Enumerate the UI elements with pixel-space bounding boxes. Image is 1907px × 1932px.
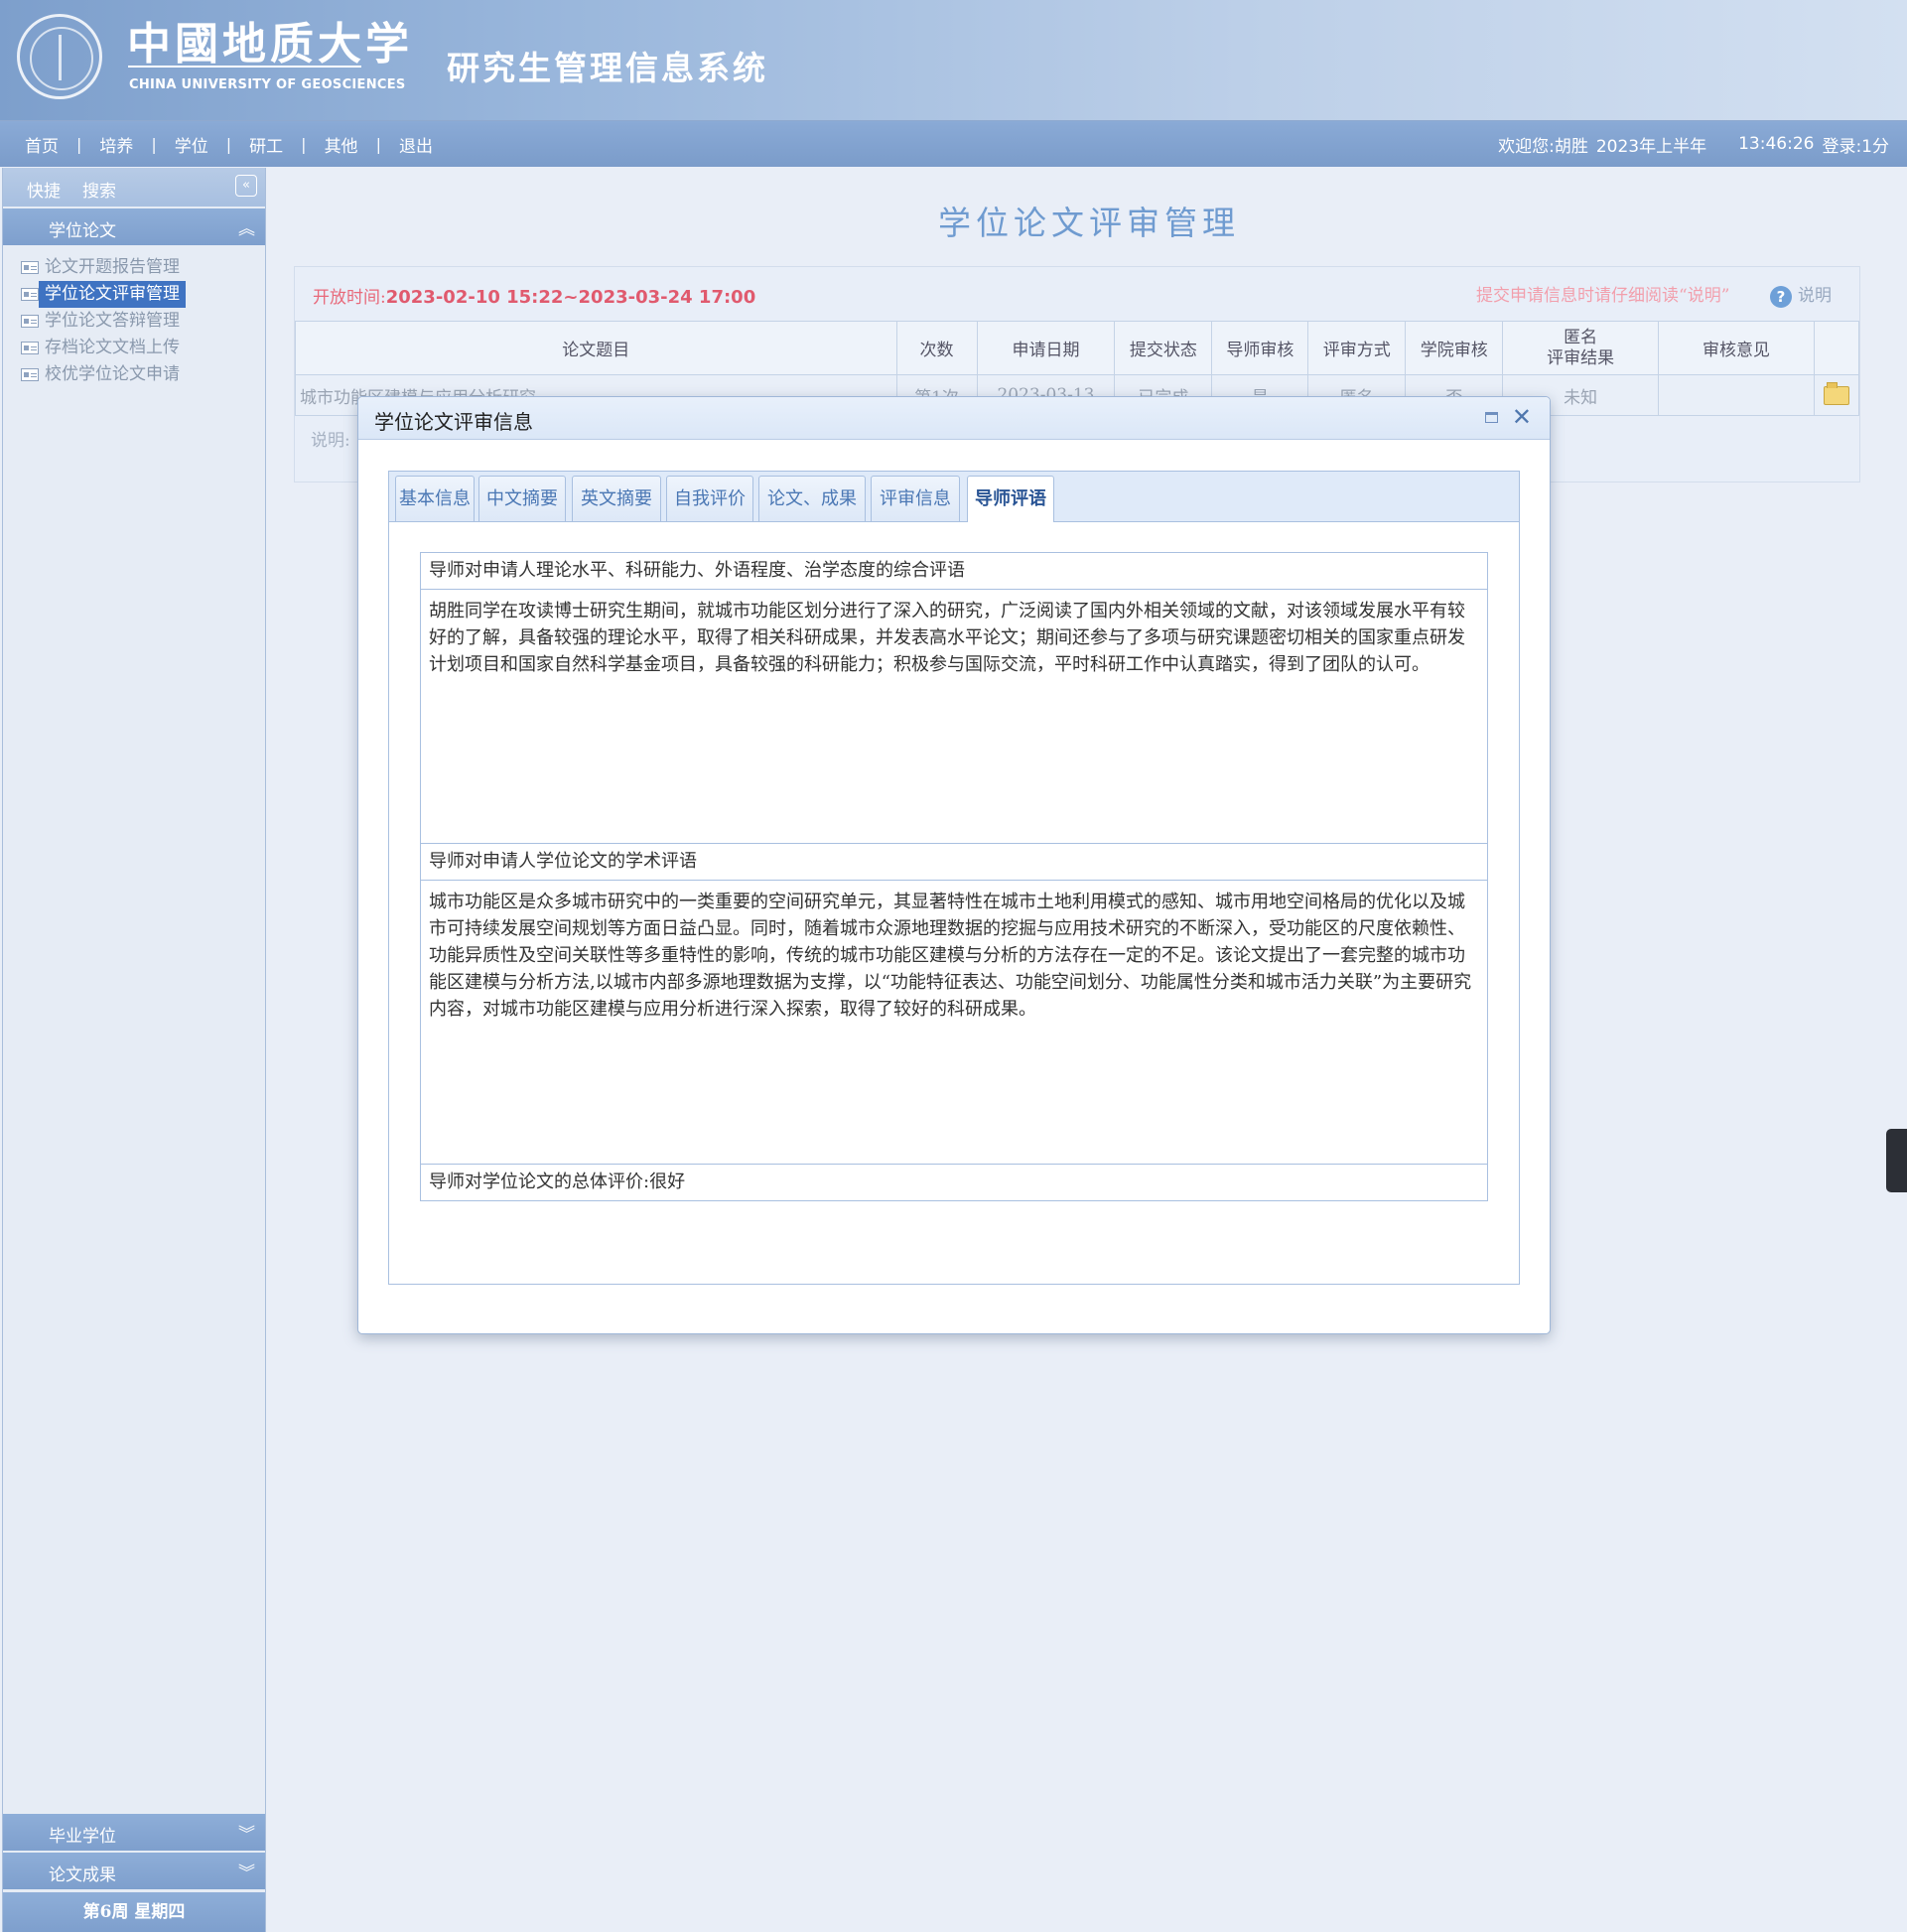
menu-item-label: 校优学位论文申请 [45,364,180,384]
tab-advisor-comments[interactable]: 导师评语 [967,476,1054,522]
search-tab[interactable]: 搜索 [82,177,116,202]
menu-item-proposal[interactable]: 论文开题报告管理 [15,254,180,281]
cell-review-opinion [1658,374,1815,416]
advisor-comments-table: 导师对申请人理论水平、科研能力、外语程度、治学态度的综合评语 胡胜同学在攻读博士… [420,552,1488,1201]
menu-item-review[interactable]: 学位论文评审管理 [15,281,186,308]
collapse-sidebar-icon[interactable]: « [235,175,257,197]
menu-item-excellent-thesis[interactable]: 校优学位论文申请 [15,361,180,388]
quick-tab[interactable]: 快捷 [27,177,61,202]
tab-thesis-results[interactable]: 论文、成果 [758,476,866,521]
sidebar: 快捷 搜索 « 学位论文 ︽ 论文开题报告管理 学位论文评审管理 学位论文答辩管… [2,168,266,1932]
tab-strip: 基本信息 中文摘要 英文摘要 自我评价 论文、成果 评审信息 导师评语 [389,472,1519,522]
section-graduation[interactable]: 毕业学位 ︾ [3,1814,265,1851]
section-graduation-label: 毕业学位 [49,1827,116,1847]
col-review-method: 评审方式 [1307,321,1407,375]
university-seal-logo [17,14,102,99]
col-college-review: 学院审核 [1405,321,1504,375]
col-action [1813,321,1860,375]
open-time: 开放时间:2023-02-10 15:22~2023-03-24 17:00 [313,283,755,308]
table-header-row: 论文题目 次数 申请日期 提交状态 导师审核 评审方式 学院审核 匿名 评审结果… [295,321,1860,375]
university-name-en: CHINA UNIVERSITY OF GEOSCIENCES [129,77,406,92]
nav-separator: | [225,134,232,154]
comment2-label: 导师对申请人学位论文的学术评语 [420,843,1488,881]
nav-home[interactable]: 首页 [25,132,59,157]
clock: 13:46:26 [1738,134,1815,154]
col-title: 论文题目 [295,321,897,375]
menu-item-label: 论文开题报告管理 [45,257,180,277]
help-label: 说明 [1798,286,1832,306]
chevron-up-icon: ︽ [238,219,255,239]
form-icon [21,288,39,301]
tab-self-eval[interactable]: 自我评价 [666,476,753,521]
form-icon [21,342,39,354]
open-time-label: 开放时间: [313,288,386,308]
nav-logout[interactable]: 退出 [399,132,433,157]
tab-basic-info[interactable]: 基本信息 [395,476,475,521]
welcome-user: 欢迎您:胡胜 [1498,136,1588,157]
section-thesis[interactable]: 学位论文 ︽ [3,208,265,245]
menu-item-archive-upload[interactable]: 存档论文文档上传 [15,335,180,361]
col-anon-result: 匿名 评审结果 [1502,321,1660,375]
panel-note: 说明: [311,431,350,451]
maximize-icon[interactable] [1485,412,1498,423]
notice-text: 提交申请信息时请仔细阅读“说明” [1476,286,1730,306]
menu-item-defense[interactable]: 学位论文答辩管理 [15,308,180,335]
top-nav: 首页 | 培养 | 学位 | 研工 | 其他 | 退出 欢迎您:胡胜 2023年… [0,121,1907,167]
help-icon: ? [1770,285,1792,308]
col-submit-status: 提交状态 [1114,321,1213,375]
logo-divider [128,66,361,68]
section-thesis-label: 学位论文 [49,221,116,241]
nav-training[interactable]: 培养 [99,132,133,157]
form-icon [21,261,39,274]
dialog-title: 学位论文评审信息 [374,410,533,434]
login-duration: 登录:1分 [1822,136,1889,157]
nav-separator: | [375,134,381,154]
col-review-opinion: 审核意见 [1658,321,1815,375]
section-results[interactable]: 论文成果 ︾ [3,1853,265,1889]
nav-student-affairs[interactable]: 研工 [249,132,283,157]
col-advisor-review: 导师审核 [1211,321,1309,375]
comment2-text: 城市功能区是众多城市研究中的一类重要的空间研究单元，其显著特性在城市土地利用模式… [420,880,1488,1165]
tab-en-abstract[interactable]: 英文摘要 [572,476,661,521]
nav-degree[interactable]: 学位 [175,132,208,157]
university-name-cn: 中國地质大学 [127,19,413,69]
comment1-label: 导师对申请人理论水平、科研能力、外语程度、治学态度的综合评语 [420,552,1488,590]
current-term: 2023年上半年 [1595,136,1707,157]
cell-action [1813,374,1860,416]
dialog-header[interactable]: 学位论文评审信息 ✕ [358,397,1550,440]
system-title: 研究生管理信息系统 [447,49,768,87]
close-icon[interactable]: ✕ [1512,403,1532,431]
menu-item-label: 学位论文评审管理 [39,281,186,308]
open-folder-icon[interactable] [1823,382,1849,405]
dialog-tabs: 基本信息 中文摘要 英文摘要 自我评价 论文、成果 评审信息 导师评语 导师对申… [388,471,1520,1285]
col-apply-date: 申请日期 [976,321,1116,375]
nav-other[interactable]: 其他 [325,132,358,157]
comment1-text: 胡胜同学在攻读博士研究生期间，就城市功能区划分进行了深入的研究，广泛阅读了国内外… [420,589,1488,844]
open-time-value: 2023-02-10 15:22~2023-03-24 17:00 [385,287,756,308]
page-title: 学位论文评审管理 [938,204,1240,242]
header-banner: 中國地质大学 CHINA UNIVERSITY OF GEOSCIENCES 研… [0,0,1907,121]
week-indicator: 第6周 星期四 [3,1892,265,1932]
chevron-down-icon: ︾ [238,1825,255,1845]
chevron-down-icon: ︾ [238,1863,255,1883]
menu-item-label: 学位论文答辩管理 [45,311,180,331]
nav-separator: | [151,134,157,154]
tab-cn-abstract[interactable]: 中文摘要 [478,476,566,521]
section-results-label: 论文成果 [49,1865,116,1885]
form-icon [21,315,39,328]
menu-item-label: 存档论文文档上传 [45,338,180,357]
form-icon [21,368,39,381]
help-link[interactable]: ? 说明 [1770,281,1832,308]
sidebar-quick-bar: 快捷 搜索 « [3,168,265,207]
overall-evaluation: 导师对学位论文的总体评价:很好 [420,1164,1488,1201]
nav-separator: | [301,134,307,154]
tab-review-info[interactable]: 评审信息 [871,476,960,521]
thesis-menu: 论文开题报告管理 学位论文评审管理 学位论文答辩管理 存档论文文档上传 校优学位… [3,254,265,388]
floating-side-tab[interactable] [1886,1129,1907,1192]
review-info-dialog: 学位论文评审信息 ✕ 基本信息 中文摘要 英文摘要 自我评价 论文、成果 评审信… [357,396,1551,1334]
col-count: 次数 [895,321,978,375]
nav-separator: | [76,134,82,154]
